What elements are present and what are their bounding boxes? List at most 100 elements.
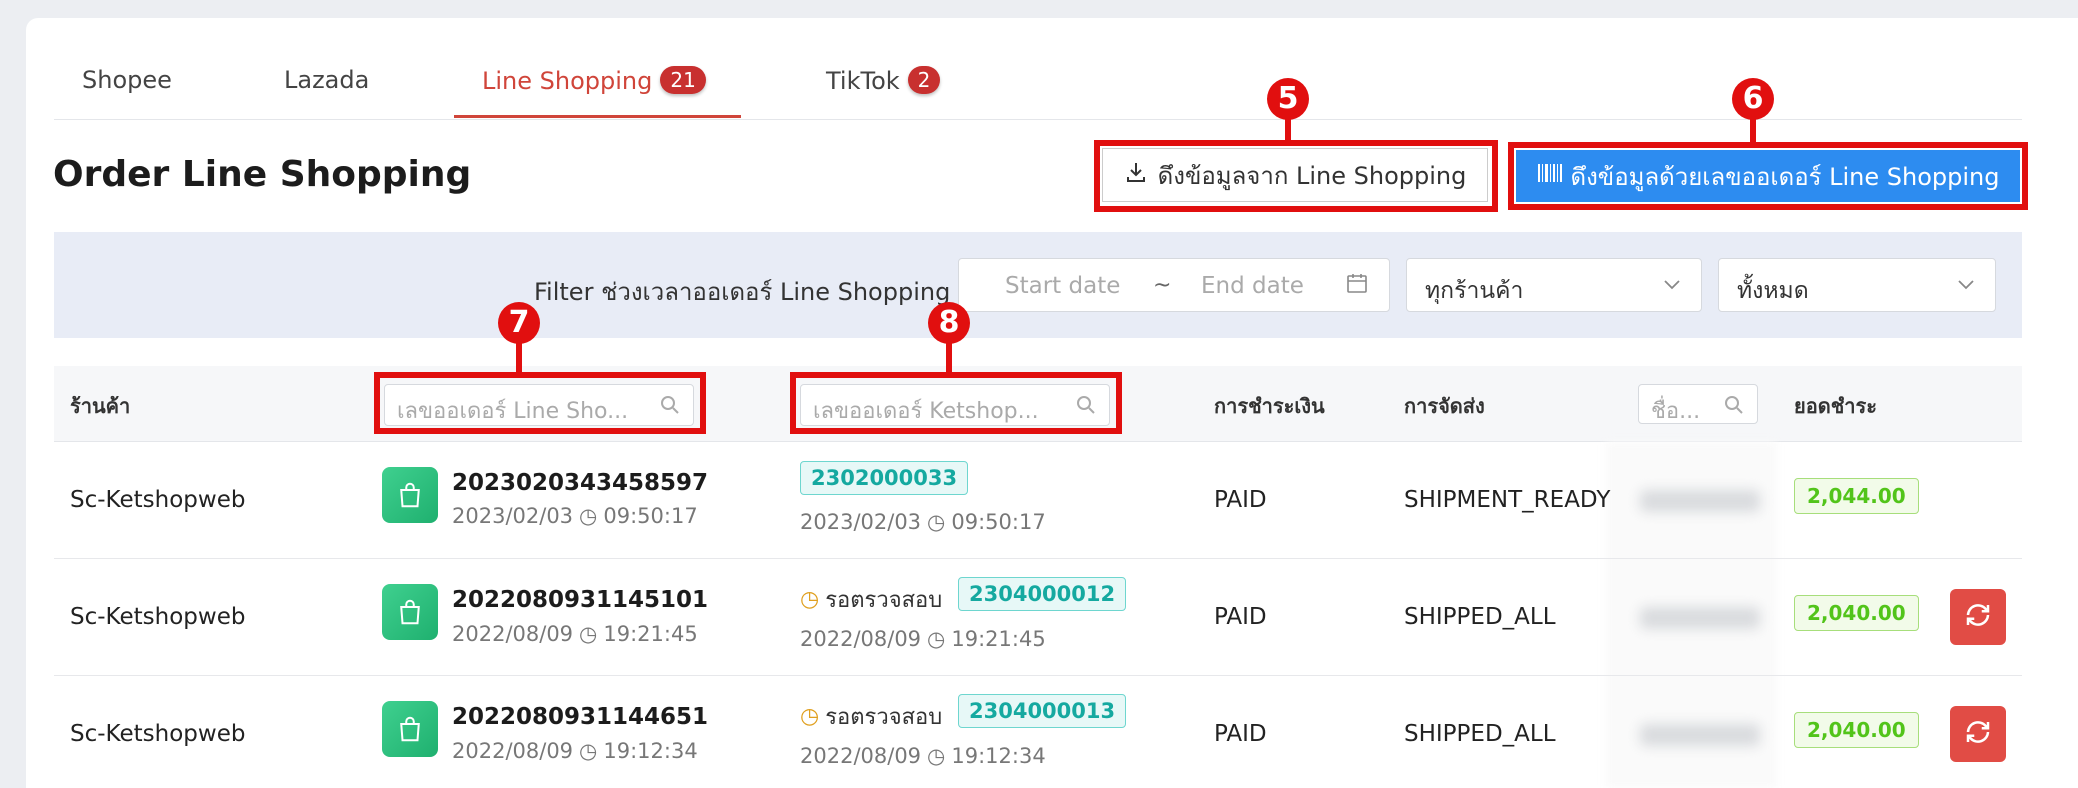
tab-count-badge: 21 bbox=[660, 66, 706, 94]
tab-label: Shopee bbox=[82, 66, 172, 94]
cell-shipping: SHIPPED_ALL bbox=[1404, 721, 1556, 747]
order-date: 2022/08/09 bbox=[452, 622, 574, 646]
header-shop: ร้านค้า bbox=[70, 394, 131, 418]
order-datetime: 2022/08/09 ◷ 19:21:45 bbox=[452, 622, 698, 646]
refresh-button[interactable] bbox=[1950, 706, 2006, 762]
page-title: Order Line Shopping bbox=[53, 154, 472, 195]
line-order-number[interactable]: 2022080931144651 bbox=[452, 704, 708, 730]
start-date-placeholder: Start date bbox=[1005, 273, 1121, 299]
pending-status: ◷ รอตรวจสอบ bbox=[800, 699, 942, 734]
annotation-marker-6: 6 bbox=[1732, 78, 1774, 120]
ketshop-order-badge[interactable]: 2302000033 bbox=[800, 461, 969, 495]
ket-time: 19:12:34 bbox=[951, 744, 1046, 768]
annotation-stem bbox=[516, 342, 522, 374]
cell-payment: PAID bbox=[1214, 721, 1267, 747]
ket-datetime: 2022/08/09 ◷ 19:21:45 bbox=[800, 627, 1046, 651]
shop-select[interactable]: ทุกร้านค้า bbox=[1406, 258, 1702, 312]
chevron-down-icon bbox=[1955, 273, 1977, 301]
redacted-name bbox=[1640, 607, 1760, 629]
total-amount-badge: 2,040.00 bbox=[1794, 595, 1919, 631]
shopping-bag-icon bbox=[382, 701, 438, 757]
chevron-down-icon bbox=[1661, 273, 1683, 301]
annotation-marker-7: 7 bbox=[498, 302, 540, 344]
ket-date: 2023/02/03 bbox=[800, 510, 922, 534]
annotation-marker-8: 8 bbox=[928, 302, 970, 344]
tab-label: TikTok bbox=[826, 67, 900, 95]
header-total: ยอดชำระ bbox=[1794, 394, 1878, 418]
cell-payment: PAID bbox=[1214, 487, 1267, 513]
pending-label: รอตรวจสอบ bbox=[825, 588, 943, 613]
annotation-box-7 bbox=[374, 372, 706, 434]
pending-label: รอตรวจสอบ bbox=[825, 705, 943, 730]
order-time: 19:12:34 bbox=[603, 739, 698, 763]
tab-label: Line Shopping bbox=[482, 67, 653, 95]
tab-line-shopping[interactable]: Line Shopping 21 bbox=[482, 66, 706, 95]
row-divider bbox=[54, 558, 2022, 559]
ketshop-order-badge[interactable]: 2304000012 bbox=[958, 577, 1127, 611]
annotation-box-6 bbox=[1508, 142, 2028, 210]
clock-icon: ◷ bbox=[927, 627, 946, 651]
date-range-picker[interactable]: Start date ~ End date bbox=[958, 258, 1390, 312]
annotation-marker-5: 5 bbox=[1267, 78, 1309, 120]
date-separator: ~ bbox=[1153, 273, 1172, 298]
ket-time: 19:21:45 bbox=[951, 627, 1046, 651]
order-datetime: 2023/02/03 ◷ 09:50:17 bbox=[452, 504, 698, 528]
order-time: 19:21:45 bbox=[603, 622, 698, 646]
order-time: 09:50:17 bbox=[603, 504, 698, 528]
status-select-value: ทั้งหมด bbox=[1737, 278, 1809, 304]
cell-shipping: SHIPPED_ALL bbox=[1404, 604, 1556, 630]
clock-icon: ◷ bbox=[800, 587, 820, 612]
tab-count-badge: 2 bbox=[907, 66, 941, 94]
cell-shipping: SHIPMENT_READY bbox=[1404, 487, 1611, 513]
tab-label: Lazada bbox=[284, 66, 370, 94]
cell-shop: Sc-Ketshopweb bbox=[70, 604, 246, 630]
name-search-input[interactable]: ชื่อ... bbox=[1638, 384, 1758, 424]
tab-shopee[interactable]: Shopee bbox=[82, 66, 172, 94]
total-amount-badge: 2,044.00 bbox=[1794, 478, 1919, 514]
tab-tiktok[interactable]: TikTok 2 bbox=[826, 66, 941, 95]
annotation-box-5 bbox=[1094, 140, 1498, 212]
order-date: 2023/02/03 bbox=[452, 504, 574, 528]
annotation-box-8 bbox=[790, 372, 1122, 434]
cell-shop: Sc-Ketshopweb bbox=[70, 721, 246, 747]
status-select[interactable]: ทั้งหมด bbox=[1718, 258, 1996, 312]
tab-lazada[interactable]: Lazada bbox=[284, 66, 369, 94]
shop-select-value: ทุกร้านค้า bbox=[1425, 278, 1524, 304]
clock-icon: ◷ bbox=[927, 510, 946, 534]
order-date: 2022/08/09 bbox=[452, 739, 574, 763]
end-date-placeholder: End date bbox=[1201, 273, 1304, 299]
redacted-name bbox=[1640, 490, 1760, 512]
order-datetime: 2022/08/09 ◷ 19:12:34 bbox=[452, 739, 698, 763]
pending-status: ◷ รอตรวจสอบ bbox=[800, 582, 942, 617]
ket-date: 2022/08/09 bbox=[800, 744, 922, 768]
filter-label: Filter ช่วงเวลาออเดอร์ Line Shopping bbox=[534, 278, 951, 306]
row-divider bbox=[54, 675, 2022, 676]
clock-icon: ◷ bbox=[579, 622, 598, 646]
active-tab-indicator bbox=[454, 115, 741, 118]
line-order-number[interactable]: 2023020343458597 bbox=[452, 470, 708, 496]
refresh-button[interactable] bbox=[1950, 589, 2006, 645]
search-icon bbox=[1723, 394, 1745, 422]
ket-date: 2022/08/09 bbox=[800, 627, 922, 651]
cell-shop: Sc-Ketshopweb bbox=[70, 487, 246, 513]
clock-icon: ◷ bbox=[579, 739, 598, 763]
ket-datetime: 2023/02/03 ◷ 09:50:17 bbox=[800, 510, 1046, 534]
ketshop-order-badge[interactable]: 2304000013 bbox=[958, 694, 1127, 728]
clock-icon: ◷ bbox=[579, 504, 598, 528]
ket-datetime: 2022/08/09 ◷ 19:12:34 bbox=[800, 744, 1046, 768]
shopping-bag-icon bbox=[382, 467, 438, 523]
annotation-stem bbox=[946, 342, 952, 374]
ket-time: 09:50:17 bbox=[951, 510, 1046, 534]
header-shipping: การจัดส่ง bbox=[1404, 394, 1485, 418]
redacted-name bbox=[1640, 724, 1760, 746]
calendar-icon bbox=[1345, 271, 1369, 299]
name-search-placeholder: ชื่อ... bbox=[1651, 399, 1701, 424]
clock-icon: ◷ bbox=[927, 744, 946, 768]
cell-payment: PAID bbox=[1214, 604, 1267, 630]
refresh-icon bbox=[1963, 717, 1993, 751]
shopping-bag-icon bbox=[382, 584, 438, 640]
line-order-number[interactable]: 2022080931145101 bbox=[452, 587, 708, 613]
header-payment: การชำระเงิน bbox=[1214, 394, 1325, 418]
total-amount-badge: 2,040.00 bbox=[1794, 712, 1919, 748]
tabs-divider bbox=[54, 119, 2022, 120]
